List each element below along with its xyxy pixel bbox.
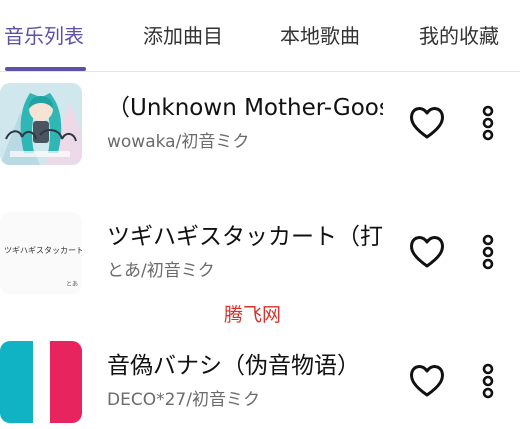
active-tab-indicator — [5, 67, 86, 71]
music-app: 音乐列表 添加曲目 本地歌曲 我的收藏 （Unknown Mother-Goo … — [0, 0, 520, 429]
heart-outline-icon[interactable] — [406, 232, 448, 272]
heart-outline-icon[interactable] — [406, 361, 448, 401]
heart-outline-icon[interactable] — [406, 103, 448, 143]
tab-add-tracks[interactable]: 添加曲目 — [143, 21, 223, 51]
tab-local-songs[interactable]: 本地歌曲 — [280, 21, 360, 51]
more-vertical-icon[interactable] — [472, 232, 504, 272]
song-title: ツギハギスタッカート（打 — [107, 224, 383, 250]
more-vertical-icon[interactable] — [472, 103, 504, 143]
song-artist: wowaka/初音ミク — [107, 132, 250, 152]
more-vertical-icon[interactable] — [472, 361, 504, 401]
album-art-restart — [0, 83, 82, 165]
song-title: 音偽バナシ（伪音物语） — [107, 353, 360, 379]
watermark-text: 腾飞网 — [224, 304, 282, 326]
song-row[interactable]: ツギハギスタッカート とあ ツギハギスタッカート（打 とあ/初音ミク — [0, 212, 520, 308]
tab-my-favorites[interactable]: 我的收藏 — [419, 21, 499, 51]
song-artist: とあ/初音ミク — [107, 261, 215, 281]
cover-title-text: ツギハギスタッカート — [4, 246, 82, 255]
tab-music-list[interactable]: 音乐列表 — [4, 21, 84, 51]
album-art-otogibanashi — [0, 341, 82, 423]
album-art-tsugihagi: ツギハギスタッカート とあ — [0, 212, 82, 294]
song-row[interactable]: （Unknown Mother-Goose） wowaka/初音ミク — [0, 83, 520, 179]
song-row[interactable]: 音偽バナシ（伪音物语） DECO*27/初音ミク — [0, 341, 520, 429]
cover-artist-text: とあ — [66, 281, 78, 288]
tab-bar: 音乐列表 添加曲目 本地歌曲 我的收藏 — [0, 0, 520, 72]
song-artist: DECO*27/初音ミク — [107, 390, 260, 410]
song-title: （Unknown Mother-Goose） — [107, 95, 383, 121]
